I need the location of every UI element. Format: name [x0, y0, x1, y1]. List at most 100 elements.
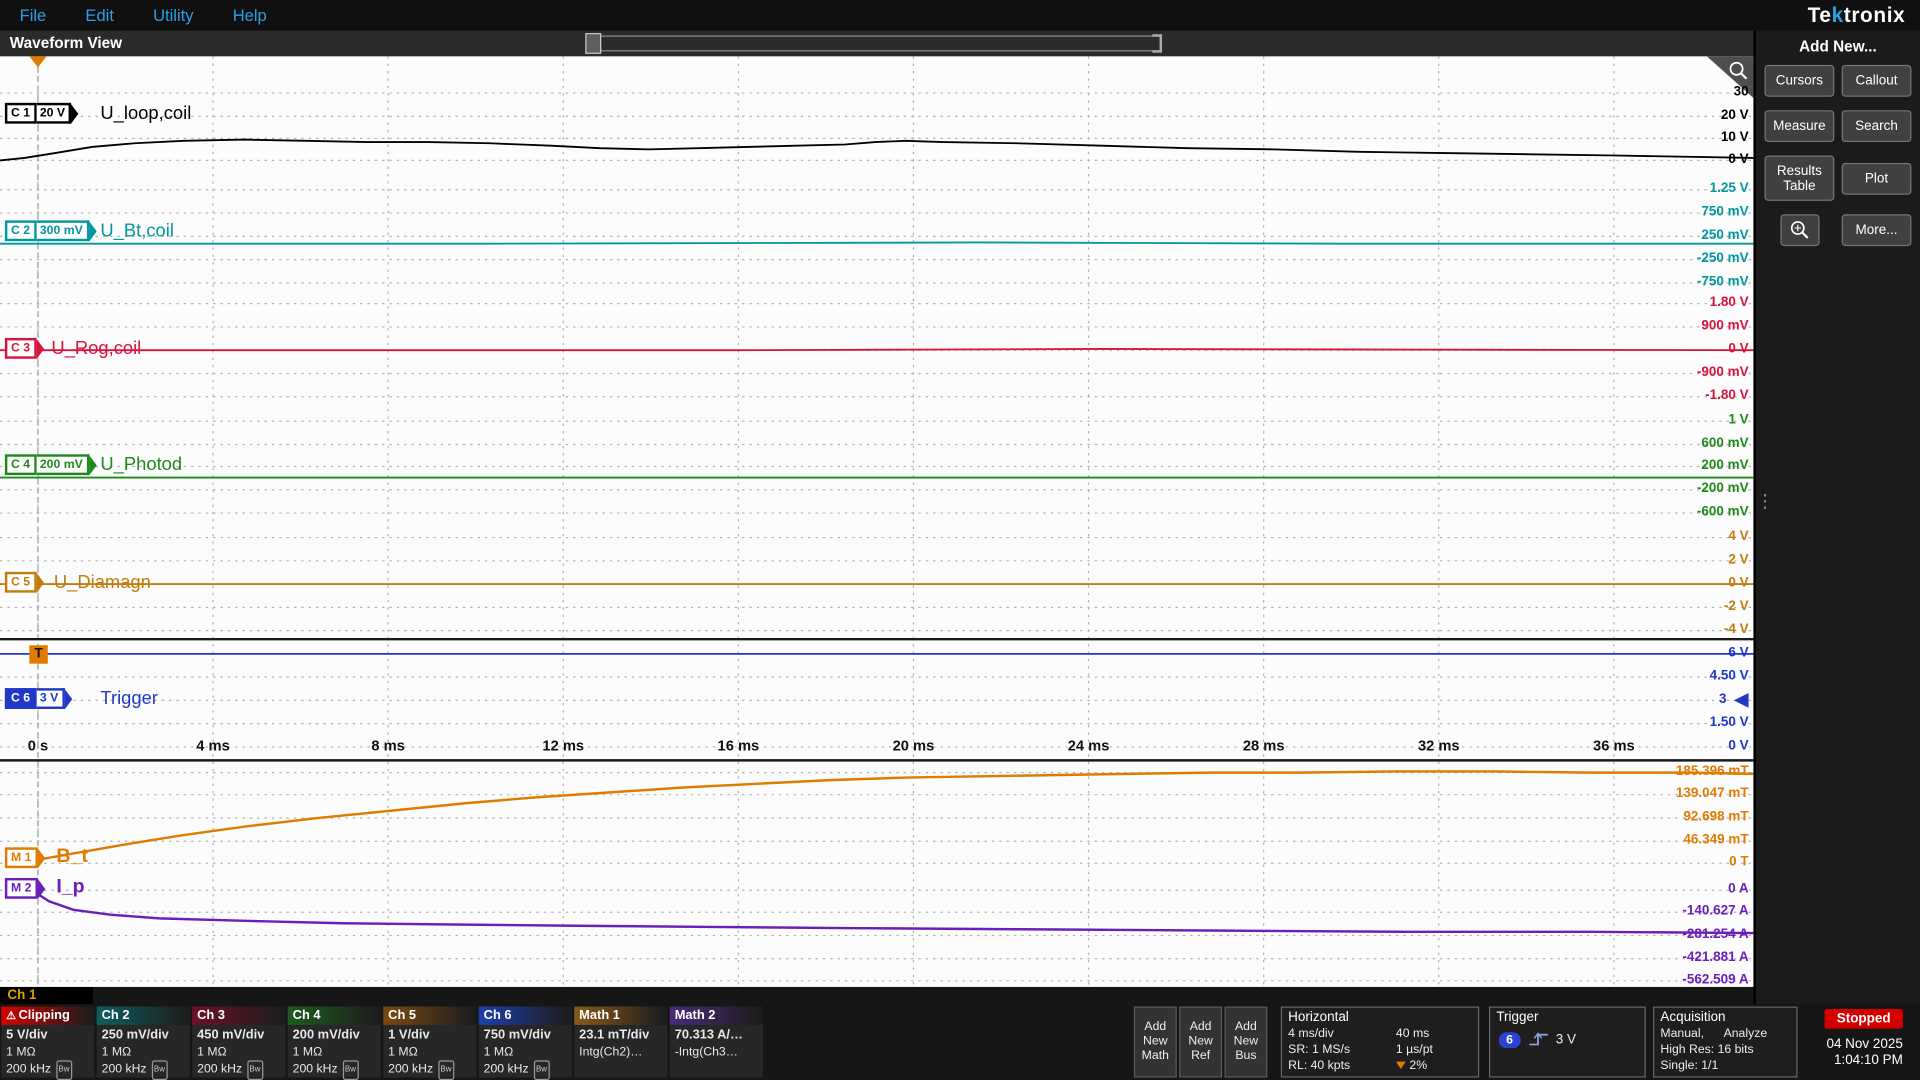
c1-channel-badge[interactable]: C 120 V	[5, 103, 79, 124]
ch4-settings-card[interactable]: Ch 4200 mV/div1 MΩ200 kHzBw	[288, 1007, 381, 1078]
bandwidth-limit-icon: Bw	[342, 1060, 358, 1079]
add-new-bus-button[interactable]: AddNewBus	[1224, 1007, 1267, 1078]
trigger-t-marker[interactable]: T	[29, 645, 47, 663]
c1-id-badge[interactable]: C 1	[5, 103, 36, 124]
trigger-position-value: 2%	[1396, 1058, 1427, 1074]
bandwidth-limit-icon: Bw	[247, 1060, 263, 1079]
ch3-settings-card[interactable]: Ch 3450 mV/div1 MΩ200 kHzBw	[192, 1007, 285, 1078]
math1-card-line: 23.1 mT/div	[579, 1027, 667, 1044]
add-new-callout-button[interactable]: Callout	[1842, 65, 1912, 97]
horizontal-panel[interactable]: Horizontal 4 ms/div40 ms SR: 1 MS/s1 µs/…	[1281, 1007, 1479, 1078]
math2-settings-card[interactable]: Math 270.313 A/…-Intg(Ch3…	[670, 1007, 763, 1078]
trigger-source-badge[interactable]: 6	[1499, 1032, 1521, 1048]
ch6-settings-card[interactable]: Ch 6750 mV/div1 MΩ200 kHzBw	[479, 1007, 572, 1078]
clipping-warning-icon: ⚠	[6, 1009, 16, 1021]
acquisition-row: High Res: 16 bits	[1654, 1042, 1796, 1058]
math1-card-header: Math 1	[574, 1007, 667, 1025]
m1-id-badge[interactable]: M 1	[5, 847, 38, 868]
acq-analyze: Analyze	[1724, 1026, 1768, 1042]
tektronix-logo: Tektronix	[1808, 4, 1906, 28]
zoom-magnifier-icon[interactable]	[1728, 60, 1750, 82]
m2-badge-tip	[38, 879, 45, 899]
ch6-card-details: 750 mV/div1 MΩ200 kHzBw	[479, 1025, 572, 1079]
menu-file[interactable]: File	[0, 6, 66, 24]
trigger-position-marker[interactable]	[29, 56, 46, 67]
c3-channel-badge[interactable]: C 3	[5, 338, 44, 359]
trigger-level-value: 3 V	[1556, 1032, 1576, 1047]
ch2-card-line: 1 MΩ	[102, 1044, 190, 1061]
add-button-word: New	[1180, 1035, 1220, 1050]
ch2-card-details: 250 mV/div1 MΩ200 kHzBw	[97, 1025, 190, 1079]
ch1-settings-card[interactable]: ⚠Clipping5 V/div1 MΩ200 kHzBw	[1, 1007, 94, 1078]
add-new-ref-button[interactable]: AddNewRef	[1179, 1007, 1222, 1078]
add-new-zoom-button[interactable]	[1780, 214, 1819, 246]
trigger-level-arrow[interactable]	[1734, 693, 1749, 708]
acquisition-row: Single: 1/1	[1654, 1058, 1796, 1074]
date-label: 04 Nov 2025	[1807, 1037, 1903, 1053]
c5-id-badge[interactable]: C 5	[5, 572, 36, 593]
time-label: 16 ms	[702, 737, 775, 754]
c2-scale-badge[interactable]: 300 mV	[36, 220, 89, 241]
c6-badge-tip	[64, 689, 71, 709]
m2-channel-badge[interactable]: M 2	[5, 878, 45, 899]
c6-scale-badge[interactable]: 3 V	[36, 688, 64, 709]
add-new-math-button[interactable]: AddNewMath	[1134, 1007, 1177, 1078]
m2-id-badge[interactable]: M 2	[5, 878, 38, 899]
c4-scale-badge[interactable]: 200 mV	[36, 454, 89, 475]
panel-drag-handle[interactable]: ⋮	[1756, 496, 1774, 507]
c6-tick-label: 4.50 V	[1710, 669, 1749, 685]
c4-channel-badge[interactable]: C 4200 mV	[5, 454, 96, 475]
add-new-plot-button[interactable]: Plot	[1842, 162, 1912, 194]
c3-tick-label: 0 V	[1728, 342, 1748, 358]
c3-tick-label: -900 mV	[1697, 365, 1749, 381]
menu-utility[interactable]: Utility	[134, 6, 214, 24]
m2-tick-label: -281.254 A	[1682, 927, 1748, 943]
time-label: 1:04:10 PM	[1807, 1053, 1903, 1069]
ch5-card-line: 200 kHzBw	[388, 1060, 476, 1079]
bandwidth-limit-icon: Bw	[533, 1060, 549, 1079]
m1-channel-badge[interactable]: M 1	[5, 847, 45, 868]
c5-channel-badge[interactable]: C 5	[5, 572, 44, 593]
tab-ch1[interactable]: Ch 1	[0, 987, 93, 1004]
c2-tick-label: 750 mV	[1701, 204, 1748, 220]
c3-id-badge[interactable]: C 3	[5, 338, 36, 359]
add-new-cursors-button[interactable]: Cursors	[1764, 65, 1834, 97]
acquisition-panel[interactable]: Acquisition Manual,Analyze High Res: 16 …	[1653, 1007, 1797, 1078]
c5-badge-tip	[36, 572, 43, 592]
c6-id-badge[interactable]: C 6	[5, 688, 36, 709]
c1-tick-label: 30	[1734, 84, 1749, 100]
c6-channel-badge[interactable]: C 63 V	[5, 688, 72, 709]
ch2-settings-card[interactable]: Ch 2250 mV/div1 MΩ200 kHzBw	[97, 1007, 190, 1078]
acquisition-status-badge[interactable]: Stopped	[1824, 1009, 1902, 1029]
math1-settings-card[interactable]: Math 123.1 mT/divIntg(Ch2)…	[574, 1007, 667, 1078]
ch5-settings-card[interactable]: Ch 51 V/div1 MΩ200 kHzBw	[383, 1007, 476, 1078]
c1-tick-label: 10 V	[1721, 130, 1749, 146]
time-label: 12 ms	[527, 737, 600, 754]
menubar: FileEditUtilityHelp Tektronix	[0, 0, 1920, 31]
add-new-more-button[interactable]: More...	[1842, 214, 1912, 246]
ch6-card-line: 750 mV/div	[484, 1027, 572, 1044]
time-label: 28 ms	[1227, 737, 1300, 754]
m2-trace	[32, 890, 1754, 933]
m1-tick-label: 92.698 mT	[1683, 809, 1748, 825]
menu-help[interactable]: Help	[213, 6, 286, 24]
add-new-results-table-button[interactable]: Results Table	[1764, 156, 1834, 201]
m2-tick-label: -562.509 A	[1682, 972, 1748, 987]
trigger-panel[interactable]: Trigger 6 3 V	[1489, 1007, 1646, 1078]
c4-tick-label: 1 V	[1728, 413, 1748, 429]
c2-channel-badge[interactable]: C 2300 mV	[5, 220, 96, 241]
horizontal-overview-bar[interactable]	[600, 36, 1161, 52]
overview-end-bracket[interactable]	[1152, 34, 1162, 52]
ch2-card-line: 250 mV/div	[102, 1027, 190, 1044]
waveform-plot-area[interactable]: 0 s4 ms8 ms12 ms16 ms20 ms24 ms28 ms32 m…	[0, 56, 1753, 987]
c2-id-badge[interactable]: C 2	[5, 220, 36, 241]
c1-scale-badge[interactable]: 20 V	[36, 103, 71, 124]
menu-edit[interactable]: Edit	[66, 6, 134, 24]
c4-id-badge[interactable]: C 4	[5, 454, 36, 475]
overview-grip-icon[interactable]	[585, 33, 601, 54]
add-new-search-button[interactable]: Search	[1842, 110, 1912, 142]
add-new-measure-button[interactable]: Measure	[1764, 110, 1834, 142]
ch3-card-details: 450 mV/div1 MΩ200 kHzBw	[192, 1025, 285, 1079]
c6-tick-label: 6 V	[1728, 645, 1748, 661]
c3-tick-label: 900 mV	[1701, 318, 1748, 334]
